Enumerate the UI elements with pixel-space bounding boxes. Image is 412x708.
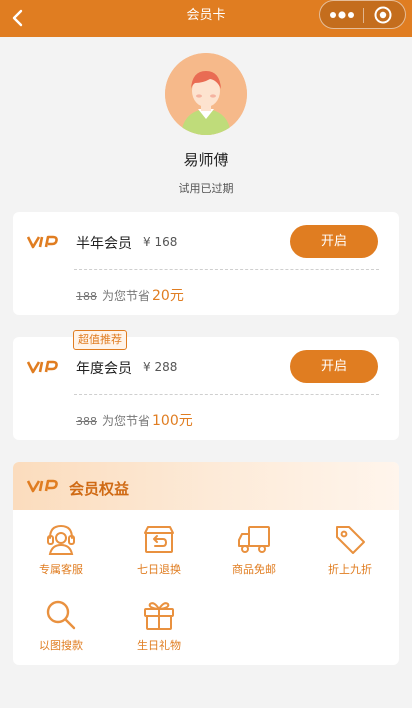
search-icon (46, 600, 76, 630)
vip-logo-icon (27, 360, 58, 374)
savings-text: 为您节省 (102, 289, 151, 303)
return-box-icon (144, 526, 174, 553)
benefit-label: 专属客服 (39, 563, 83, 576)
benefit-discount[interactable]: 折上九折 (310, 523, 390, 583)
divider (74, 394, 379, 395)
savings-amount: 100元 (152, 413, 193, 429)
open-annual-button[interactable]: 开启 (290, 350, 378, 383)
open-half-year-button[interactable]: 开启 (290, 225, 378, 258)
benefit-image-search[interactable]: 以图搜款 (21, 599, 101, 659)
user-name: 易师傅 (183, 151, 229, 169)
benefit-exclusive-service[interactable]: 专属客服 (21, 523, 101, 583)
user-status: 试用已过期 (178, 182, 234, 195)
recommend-badge: 超值推荐 (73, 330, 127, 350)
original-price: 188 (76, 290, 97, 303)
plan-name: 半年会员 (76, 236, 132, 252)
close-target-icon[interactable] (372, 5, 394, 25)
benefit-label: 商品免邮 (232, 563, 276, 576)
benefit-label: 七日退换 (137, 563, 181, 576)
plan-price: ¥ 168 (143, 235, 178, 249)
benefit-seven-day-return[interactable]: 七日退换 (119, 523, 199, 583)
original-price: 388 (76, 415, 97, 428)
vip-logo-icon (27, 479, 58, 493)
benefit-free-shipping[interactable]: 商品免邮 (214, 523, 294, 583)
truck-icon (238, 526, 270, 553)
savings-text: 为您节省 (102, 414, 151, 428)
benefit-label: 折上九折 (328, 563, 372, 576)
benefit-label: 以图搜款 (39, 639, 83, 652)
tag-icon (336, 526, 365, 554)
savings-amount: 20元 (152, 288, 184, 304)
top-bar: 会员卡 (0, 0, 412, 37)
headset-icon (47, 524, 75, 555)
gift-icon (144, 602, 174, 630)
vip-logo-icon (27, 235, 58, 249)
more-icon[interactable] (328, 9, 356, 21)
plan-price: ¥ 288 (143, 360, 178, 374)
benefits-title: 会员权益 (69, 480, 130, 498)
benefit-label: 生日礼物 (137, 639, 181, 652)
plan-card-half-year: 半年会员 ¥ 168 开启 188 为您节省 20元 (13, 212, 399, 315)
benefits-panel: 会员权益 专属客服 七日退换 商品免邮 折上九折 以图搜款 生日礼物 (13, 462, 399, 665)
plan-name: 年度会员 (76, 361, 132, 377)
avatar-illustration-icon (165, 53, 247, 135)
mini-program-capsule (319, 0, 406, 29)
benefit-birthday-gift[interactable]: 生日礼物 (119, 599, 199, 659)
benefits-header: 会员权益 (13, 462, 399, 510)
savings-line: 188 为您节省 20元 (76, 285, 184, 305)
savings-line: 388 为您节省 100元 (76, 410, 193, 430)
plan-card-annual: 年度会员 ¥ 288 开启 388 为您节省 100元 (13, 337, 399, 440)
avatar[interactable] (165, 53, 247, 135)
divider (74, 269, 379, 270)
capsule-divider (363, 8, 364, 23)
